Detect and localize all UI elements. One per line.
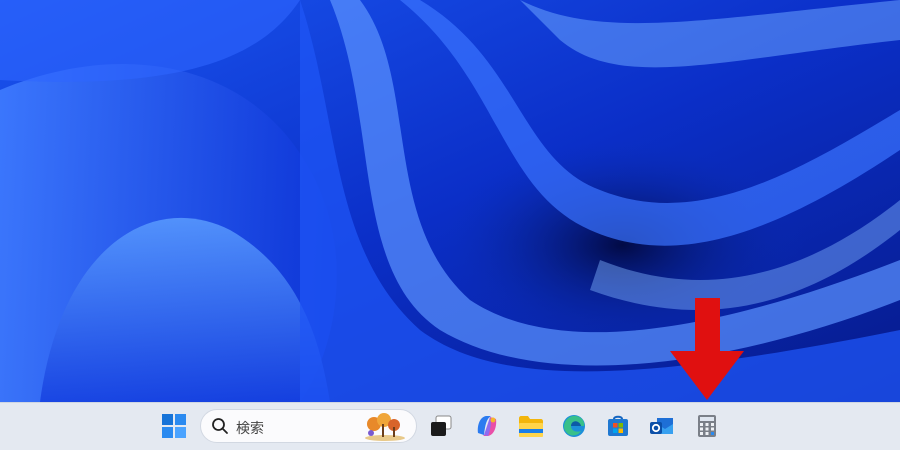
task-view-icon [431, 415, 452, 436]
desktop-wallpaper [0, 0, 900, 402]
calculator-icon [698, 415, 716, 437]
start-button[interactable] [159, 411, 189, 441]
search-placeholder: 検索 [236, 421, 264, 437]
calculator-button[interactable] [692, 411, 722, 441]
edge-browser-button[interactable] [559, 411, 589, 441]
red-arrow-annotation [668, 296, 746, 406]
store-icon [608, 415, 628, 436]
search-box[interactable]: 検索 [200, 409, 417, 443]
edge-icon [563, 415, 585, 437]
search-icon [212, 418, 228, 434]
file-explorer-button[interactable] [516, 411, 546, 441]
search-highlight-icon [365, 413, 405, 441]
outlook-icon [650, 418, 673, 434]
folder-icon [519, 416, 543, 437]
task-view-button[interactable] [426, 411, 456, 441]
outlook-button[interactable] [647, 411, 677, 441]
microsoft-store-button[interactable] [603, 411, 633, 441]
windows-logo-icon [162, 414, 186, 438]
copilot-icon [477, 416, 497, 436]
taskbar: 検索 [0, 402, 900, 450]
copilot-button[interactable] [472, 411, 502, 441]
